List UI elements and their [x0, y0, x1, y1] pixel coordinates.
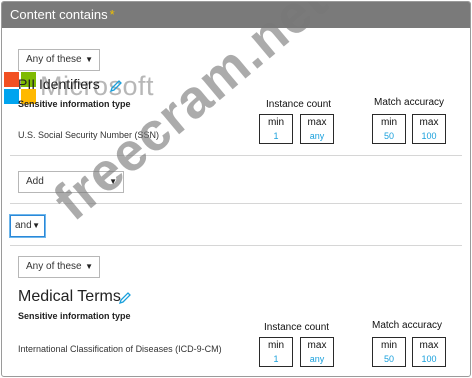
- group2-row-name: International Classification of Diseases…: [18, 344, 222, 354]
- divider: [10, 245, 462, 246]
- logo-square-blue: [4, 89, 19, 104]
- group2-instance-min-field[interactable]: min 1: [259, 337, 293, 367]
- min-value: 1: [273, 354, 279, 364]
- group1-instance-min-field[interactable]: min 1: [259, 114, 293, 144]
- group1-match-accuracy-label: Match accuracy: [374, 97, 445, 108]
- max-value: 100: [421, 131, 437, 141]
- group1-title: PII Identifiers: [18, 76, 100, 92]
- group1-row-name: U.S. Social Security Number (SSN): [18, 130, 160, 140]
- panel-header: Content contains *: [2, 2, 470, 28]
- content-contains-panel: Content contains * Any of these ▼ Microso…: [1, 1, 471, 377]
- operator-select[interactable]: and ▼: [10, 215, 45, 237]
- min-label: min: [380, 117, 398, 128]
- max-value: any: [309, 131, 325, 141]
- group2-match-select[interactable]: Any of these ▼: [18, 256, 100, 278]
- panel-title: Content contains: [10, 7, 108, 22]
- min-value: 1: [273, 131, 279, 141]
- group1-instance-max-field[interactable]: max any: [300, 114, 334, 144]
- group2-title: Medical Terms: [18, 288, 121, 305]
- min-label: min: [380, 340, 398, 351]
- divider: [10, 203, 462, 204]
- max-label: max: [307, 340, 327, 351]
- logo-square-red: [4, 72, 19, 87]
- max-label: max: [419, 340, 439, 351]
- min-label: min: [267, 340, 285, 351]
- group2-sensitive-label: Sensitive information type: [18, 311, 131, 321]
- group2-accuracy-max-field[interactable]: max 100: [412, 337, 446, 367]
- required-mark: *: [109, 7, 115, 22]
- group1-instance-count-label: Instance count: [266, 99, 332, 110]
- group1-accuracy-max-field[interactable]: max 100: [412, 114, 446, 144]
- chevron-down-icon: ▼: [32, 221, 40, 230]
- group1-match-select-value: Any of these: [26, 54, 82, 65]
- pencil-icon[interactable]: [118, 291, 132, 305]
- max-label: max: [419, 117, 439, 128]
- add-select[interactable]: Add ▼: [18, 171, 124, 193]
- min-value: 50: [383, 354, 394, 364]
- pencil-icon[interactable]: [109, 79, 123, 93]
- max-value: any: [309, 354, 325, 364]
- max-label: max: [307, 117, 327, 128]
- group1-match-select[interactable]: Any of these ▼: [18, 49, 100, 71]
- group2-instance-max-field[interactable]: max any: [300, 337, 334, 367]
- chevron-down-icon: ▼: [85, 262, 93, 271]
- chevron-down-icon: ▼: [85, 55, 93, 64]
- group2-instance-count-label: Instance count: [264, 322, 330, 333]
- group2-match-accuracy-label: Match accuracy: [372, 320, 443, 331]
- chevron-down-icon: ▼: [109, 177, 117, 186]
- watermark: freecram.net: [42, 1, 339, 232]
- operator-select-value: and: [15, 220, 32, 231]
- min-value: 50: [383, 131, 394, 141]
- group2-match-select-value: Any of these: [26, 261, 82, 272]
- add-select-value: Add: [26, 176, 44, 187]
- group2-accuracy-min-field[interactable]: min 50: [372, 337, 406, 367]
- max-value: 100: [421, 354, 437, 364]
- divider: [10, 155, 462, 156]
- group1-sensitive-label: Sensitive information type: [18, 99, 131, 109]
- group1-accuracy-min-field[interactable]: min 50: [372, 114, 406, 144]
- min-label: min: [267, 117, 285, 128]
